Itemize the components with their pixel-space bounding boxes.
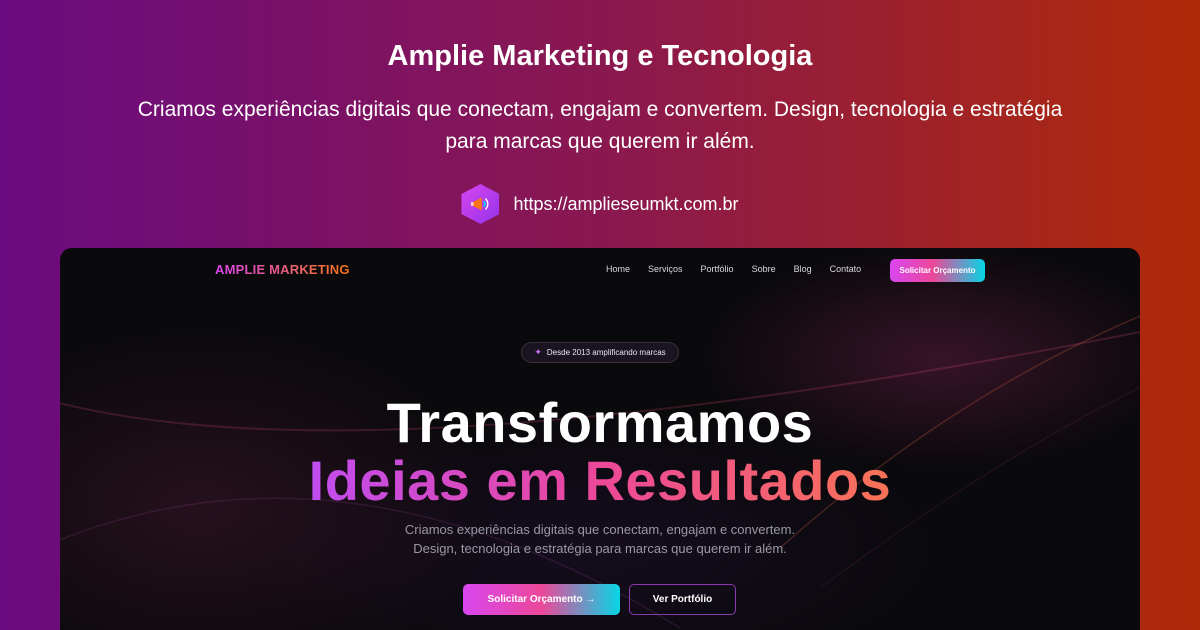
since-badge: ✦ Desde 2013 amplificando marcas (521, 342, 679, 363)
nav-link-servicos[interactable]: Serviços (648, 264, 683, 274)
nav-link-blog[interactable]: Blog (794, 264, 812, 274)
hero-description: Criamos experiências digitais que conect… (300, 520, 900, 558)
og-title: Amplie Marketing e Tecnologia (387, 40, 813, 72)
og-subtitle: Criamos experiências digitais que conect… (137, 98, 1063, 153)
since-badge-text: Desde 2013 amplificando marcas (546, 348, 666, 357)
megaphone-icon (461, 184, 500, 224)
website-screenshot: AMPLIE MARKETING Home Serviços Portfólio… (60, 248, 1140, 630)
site-brand[interactable]: AMPLIE MARKETING (215, 262, 350, 277)
hero-title-line1: Transformamos (386, 391, 814, 454)
hero-title-gradient-text: Ideias em Resultados (308, 449, 892, 512)
og-url-row: https://amplieseumkt.com.br (0, 184, 1200, 224)
nav-link-contato[interactable]: Contato (830, 264, 862, 274)
nav-link-home[interactable]: Home (606, 264, 630, 274)
request-quote-button[interactable]: Solicitar Orçamento → (463, 584, 620, 615)
nav-links: Home Serviços Portfólio Sobre Blog Conta… (606, 264, 861, 274)
sparkles-icon: ✦ (534, 347, 542, 357)
hero-description-line1: Criamos experiências digitais que conect… (404, 522, 796, 537)
site-nav: AMPLIE MARKETING Home Serviços Portfólio… (60, 248, 1140, 294)
view-portfolio-button[interactable]: Ver Portfólio (629, 584, 736, 615)
hero-title-line2: Ideias em Resultados (60, 448, 1140, 513)
hero-description-line2: Design, tecnologia e estratégia para mar… (413, 541, 787, 556)
og-url[interactable]: https://amplieseumkt.com.br (513, 194, 738, 215)
nav-quote-button[interactable]: Solicitar Orçamento (890, 259, 985, 282)
nav-link-sobre[interactable]: Sobre (752, 264, 776, 274)
nav-link-portfolio[interactable]: Portfólio (701, 264, 734, 274)
